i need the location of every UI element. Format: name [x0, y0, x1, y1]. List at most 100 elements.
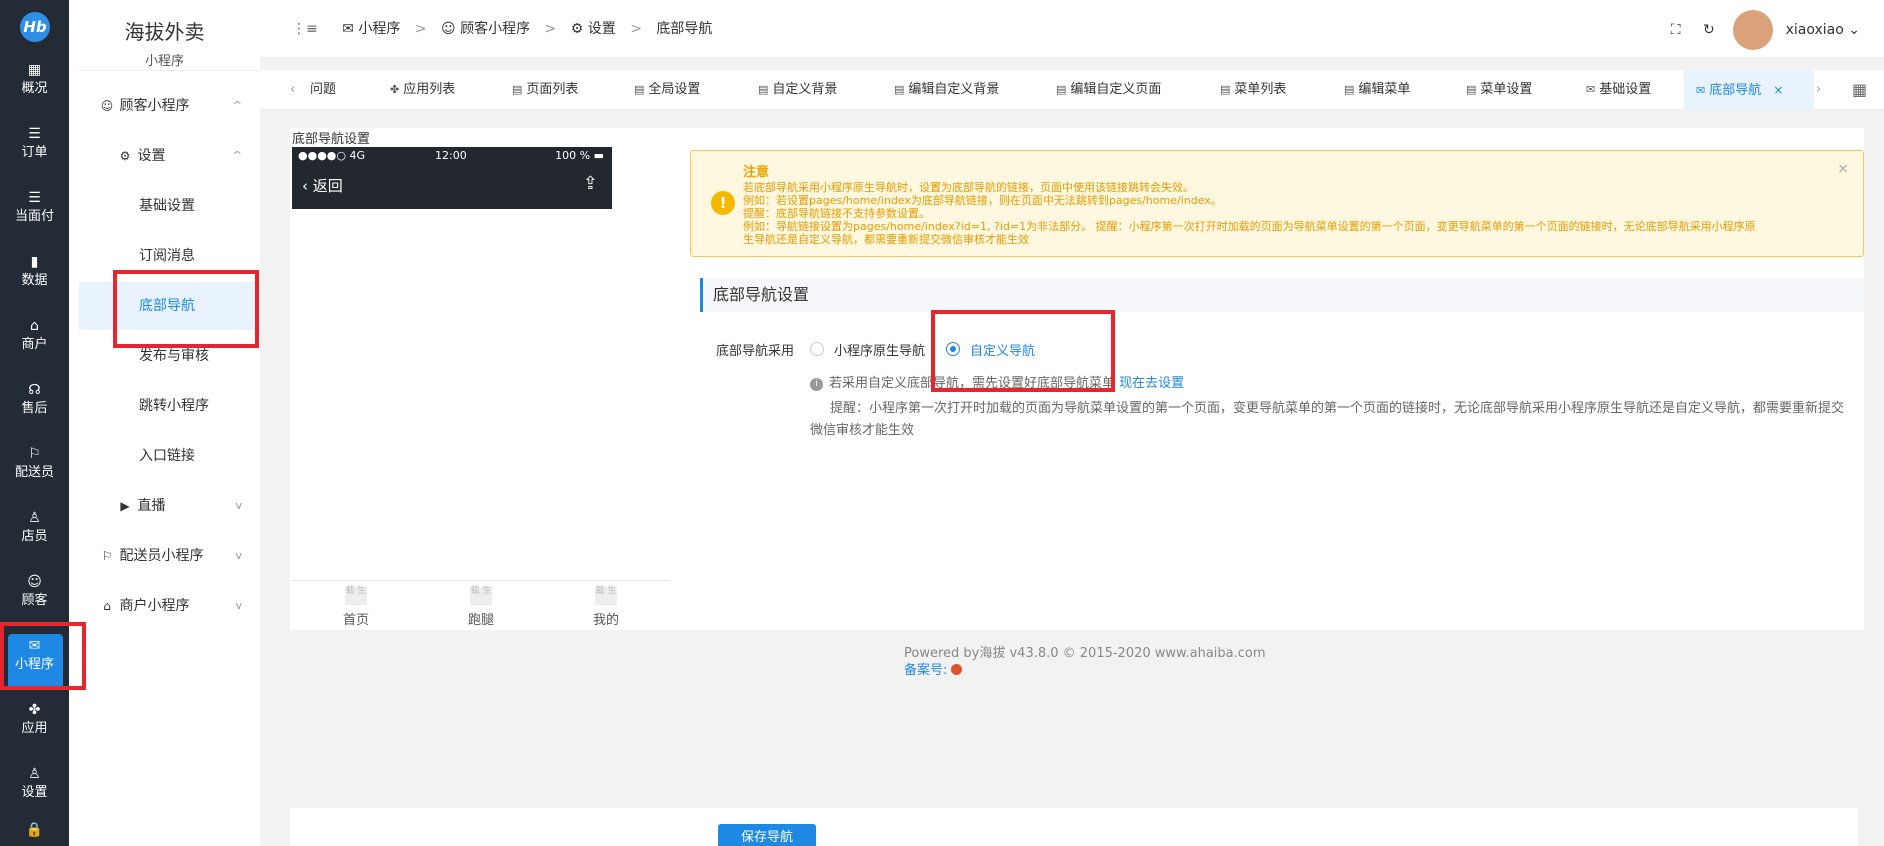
wechat-icon: ✉	[342, 21, 354, 37]
submenu-item-basic-settings[interactable]: 基础设置	[69, 184, 260, 228]
page-icon: ▤	[894, 83, 905, 96]
tab-question[interactable]: 问题	[310, 70, 336, 109]
rail-item-label: 顾客	[21, 593, 48, 608]
brand-logo: Hb	[20, 12, 50, 42]
submenu-item-publish-review[interactable]: 发布与审核	[69, 334, 260, 378]
gear-icon: ⚙	[119, 149, 131, 163]
beian-link[interactable]: 备案号:	[904, 659, 963, 678]
breadcrumb-item[interactable]: 顾客小程序	[460, 21, 530, 37]
rail-item-apps[interactable]: ✤ 应用	[0, 694, 69, 754]
user-circle-icon: ☺	[441, 21, 456, 37]
phone-preview-header: ●●●●○ 4G 12:00 100 % ▬ ‹ 返回 ⇪	[292, 147, 612, 209]
tab-custom-bg[interactable]: ▤ 自定义背景	[758, 70, 837, 109]
rail-item-label: 配送员	[14, 465, 54, 480]
tab-edit-custom-page[interactable]: ▤ 编辑自定义页面	[1056, 70, 1161, 109]
tab-bottom-nav[interactable]: ✉ 底部导航 ×	[1684, 70, 1814, 109]
tab-label: 菜单设置	[1480, 82, 1533, 97]
list-icon: ☰	[28, 190, 41, 206]
submenu-group-customer-mp[interactable]: ☺ 顾客小程序 ^	[69, 84, 260, 128]
tab-global-settings[interactable]: ▤ 全局设置	[634, 70, 701, 109]
divider	[79, 70, 260, 71]
tab-app-list[interactable]: ✤ 应用列表	[390, 70, 456, 109]
tab-label: 全局设置	[648, 82, 701, 97]
battery-text: 100 % ▬	[555, 149, 604, 162]
section-title: 底部导航设置	[700, 278, 1864, 312]
tab-page-list[interactable]: ▤ 页面列表	[512, 70, 578, 109]
rail-item-after-sales[interactable]: ☊ 售后	[0, 374, 69, 434]
chevron-down-icon[interactable]: ⌄	[1848, 22, 1860, 38]
rail-item-data[interactable]: ▮ 数据	[0, 246, 69, 306]
rail-item-label: 概况	[21, 81, 48, 96]
rail-item-customer[interactable]: ☺ 顾客	[0, 566, 69, 626]
rail-item-orders[interactable]: ☰ 订单	[0, 118, 69, 178]
rail-item-label: 订单	[21, 145, 48, 160]
save-nav-button[interactable]: 保存导航	[718, 824, 816, 846]
submenu-label: 底部导航	[139, 298, 195, 314]
avatar[interactable]	[1733, 10, 1774, 50]
rail-item-courier[interactable]: ⚐ 配送员	[0, 438, 69, 498]
time-text: 12:00	[435, 149, 467, 162]
header-actions: ⛶ ↻ xiaoxiao ⌄	[1671, 10, 1860, 50]
radio-native-nav-label[interactable]: 小程序原生导航	[834, 340, 925, 359]
radio-custom-nav[interactable]	[946, 342, 960, 356]
info-icon: i	[810, 378, 823, 391]
collapse-menu-icon[interactable]: ⋮≡	[292, 21, 318, 37]
rail-item-label: 店员	[21, 529, 48, 544]
share-icon: ⇪	[582, 173, 598, 194]
tab-label: 底部导航	[1709, 83, 1762, 98]
phone-preview-tabbar: 载 生 首页 载 生 跑腿 载 生 我的	[292, 580, 670, 630]
chevron-up-icon: ^	[232, 99, 242, 112]
breadcrumb-separator: >	[414, 21, 427, 37]
rail-item-mini-program[interactable]: ✉ 小程序	[0, 630, 69, 690]
submenu-item-entry-link[interactable]: 入口链接	[69, 434, 260, 478]
fullscreen-icon[interactable]: ⛶	[1671, 22, 1681, 38]
go-settings-link[interactable]: 现在去设置	[1119, 376, 1184, 391]
tab-menu-settings[interactable]: ▤ 菜单设置	[1466, 70, 1533, 109]
submenu-group-settings[interactable]: ⚙ 设置 ^	[69, 134, 260, 178]
police-badge-icon	[951, 664, 963, 675]
tabs-prev-icon[interactable]: ‹	[290, 70, 295, 109]
breadcrumb-item[interactable]: 小程序	[358, 21, 400, 37]
page-tabs: ‹ 问题 ✤ 应用列表 ▤ 页面列表 ▤ 全局设置 ▤ 自定义背景 ▤ 编辑自定义背景 ▤…	[260, 70, 1884, 110]
refresh-icon[interactable]: ↻	[1703, 22, 1715, 38]
rail-item-overview[interactable]: ▦ 概况	[0, 54, 69, 114]
submenu-group-merchant-mp[interactable]: ⌂ 商户小程序 v	[69, 584, 260, 628]
rail-item-settings[interactable]: ♙ 设置	[0, 758, 69, 818]
tab-label: 应用列表	[403, 82, 456, 97]
username[interactable]: xiaoxiao	[1786, 22, 1844, 38]
radio-custom-nav-label[interactable]: 自定义导航	[970, 340, 1035, 359]
close-icon[interactable]: ×	[1837, 161, 1849, 177]
rail-item-merchant[interactable]: ⌂ 商户	[0, 310, 69, 370]
submenu-item-jump-mp[interactable]: 跳转小程序	[69, 384, 260, 428]
tab-menu-list[interactable]: ▤ 菜单列表	[1220, 70, 1286, 109]
breadcrumb-item[interactable]: 设置	[588, 21, 616, 37]
close-icon[interactable]: ×	[1773, 83, 1783, 97]
grid-icon[interactable]: ▦	[1852, 70, 1867, 109]
phone-tab-label: 首页	[342, 613, 369, 628]
submenu-group-courier-mp[interactable]: ⚐ 配送员小程序 v	[69, 534, 260, 578]
submenu-item-bottom-nav[interactable]: 底部导航	[79, 282, 260, 330]
phone-back-button: ‹ 返回	[302, 177, 343, 195]
submenu-group-live[interactable]: ▶ 直播 v	[69, 484, 260, 528]
submenu-item-subscribe-msg[interactable]: 订阅消息	[69, 234, 260, 278]
rail-item-staff[interactable]: ♙ 店员	[0, 502, 69, 562]
radio-native-nav[interactable]	[810, 342, 824, 356]
tab-edit-custom-bg[interactable]: ▤ 编辑自定义背景	[894, 70, 999, 109]
notice-line: 生导航还是自定义导航，都需要重新提交微信审核才能生效	[743, 233, 1029, 246]
wechat-icon: ✉	[1696, 84, 1706, 97]
submenu-label: 入口链接	[139, 448, 195, 464]
submenu-label: 配送员小程序	[119, 548, 204, 564]
rail-item-label: 商户	[21, 337, 48, 352]
page-icon: ▤	[512, 83, 523, 96]
tab-edit-menu[interactable]: ▤ 编辑菜单	[1344, 70, 1410, 109]
rail-item-lock[interactable]: 🔒	[0, 814, 69, 846]
tabs-next-icon[interactable]: ›	[1816, 70, 1821, 109]
video-icon: ▶	[120, 499, 130, 513]
scooter-icon: ⚐	[28, 446, 41, 462]
tab-basic-settings[interactable]: ✉ 基础设置	[1586, 70, 1651, 109]
user-icon: ♙	[28, 510, 41, 526]
remind-text: 提醒：小程序第一次打开时加载的页面为导航菜单设置的第一个页面，变更导航菜单的第一…	[810, 401, 1845, 438]
user-gear-icon: ♙	[28, 766, 41, 782]
rail-item-face-pay[interactable]: ☰ 当面付	[0, 182, 69, 242]
list-icon: ☰	[28, 126, 41, 142]
